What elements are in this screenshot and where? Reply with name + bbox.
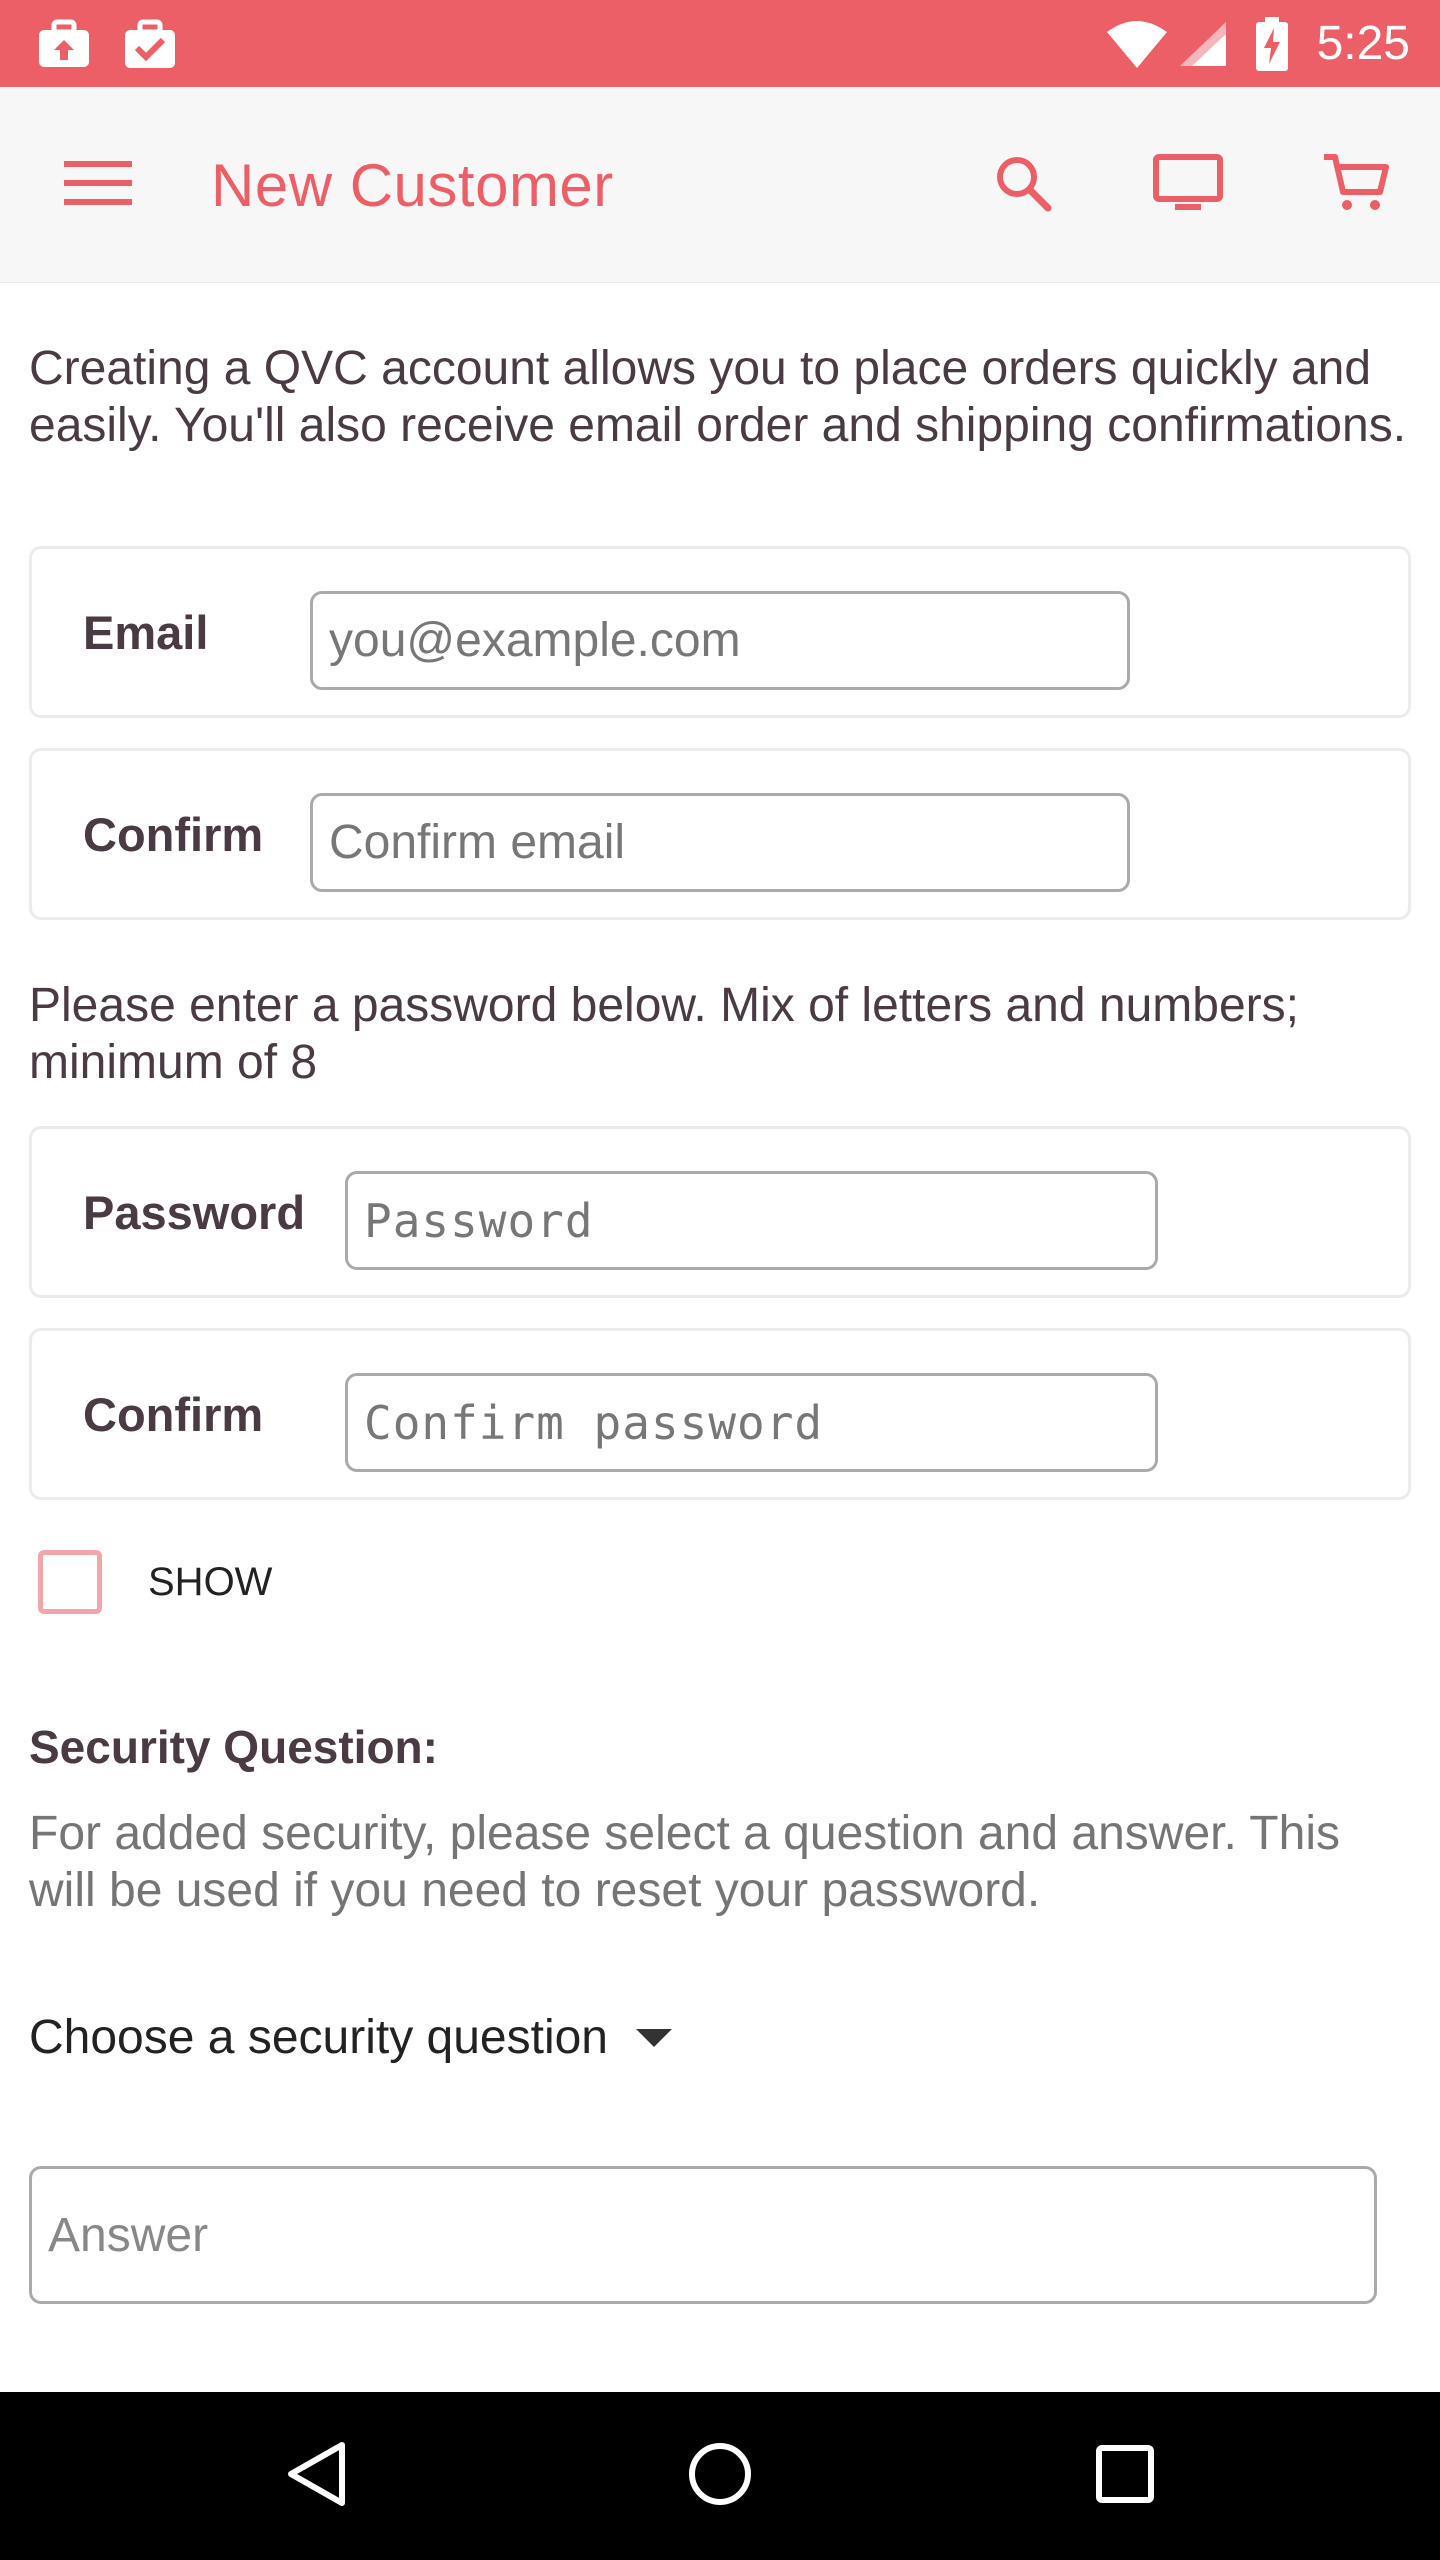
status-bar: 5:25 xyxy=(0,0,1440,87)
menu-button[interactable] xyxy=(38,87,158,283)
search-button[interactable] xyxy=(963,87,1083,283)
back-button[interactable] xyxy=(236,2392,396,2560)
cart-icon xyxy=(1322,152,1390,219)
app-bar: New Customer xyxy=(0,87,1440,283)
security-description: For added security, please select a ques… xyxy=(29,1807,1340,1917)
password-note: Please enter a password below. Mix of le… xyxy=(29,979,1299,1089)
confirm-email-card: Confirm xyxy=(29,748,1411,920)
confirm-email-label: Confirm xyxy=(83,807,264,861)
status-time: 5:25 xyxy=(1316,17,1410,70)
recents-button[interactable] xyxy=(1045,2392,1205,2560)
confirm-password-field[interactable] xyxy=(345,1373,1158,1472)
intro-text: Creating a QVC account allows you to pla… xyxy=(29,342,1407,452)
menu-icon xyxy=(64,159,132,212)
caret-down-icon xyxy=(636,2028,672,2047)
recents-icon xyxy=(1095,2444,1155,2509)
signal-icon xyxy=(1176,0,1230,87)
home-icon xyxy=(687,2441,753,2512)
security-question-title: Security Question: xyxy=(29,1721,438,1773)
tv-icon xyxy=(1153,153,1223,217)
system-nav-bar xyxy=(0,2392,1440,2560)
show-password-checkbox[interactable] xyxy=(38,1550,102,1614)
briefcase-upload-icon xyxy=(32,0,96,87)
email-field[interactable] xyxy=(310,591,1130,690)
page-title: New Customer xyxy=(211,151,614,219)
password-field[interactable] xyxy=(345,1171,1158,1270)
confirm-password-label: Confirm xyxy=(83,1387,264,1441)
email-label: Email xyxy=(83,605,209,659)
cart-button[interactable] xyxy=(1296,87,1416,283)
show-password-label[interactable]: SHOW xyxy=(148,1550,272,1614)
security-question-dropdown[interactable]: Choose a security question xyxy=(29,2000,672,2075)
password-card: Password xyxy=(29,1126,1411,1298)
password-label: Password xyxy=(83,1185,306,1239)
back-icon xyxy=(284,2440,348,2513)
confirm-email-field[interactable] xyxy=(310,793,1130,892)
answer-field[interactable] xyxy=(29,2166,1377,2304)
email-card: Email xyxy=(29,546,1411,718)
dropdown-selected-text: Choose a security question xyxy=(29,2011,608,2064)
briefcase-check-icon xyxy=(118,0,182,87)
tv-button[interactable] xyxy=(1128,87,1248,283)
wifi-icon xyxy=(1104,0,1170,87)
home-button[interactable] xyxy=(640,2392,800,2560)
battery-charging-icon xyxy=(1250,0,1294,87)
search-icon xyxy=(994,154,1052,217)
confirm-password-card: Confirm xyxy=(29,1328,1411,1500)
